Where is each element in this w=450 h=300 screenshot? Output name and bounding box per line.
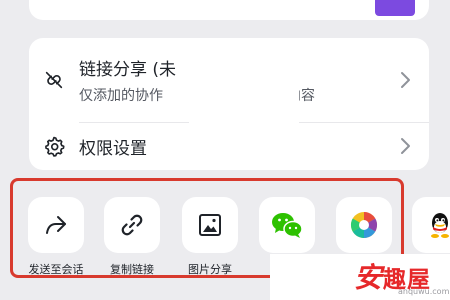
image-share-button[interactable] bbox=[182, 197, 238, 253]
share-options-card: 链接分享 (未 仅添加的协作打开内容 权限设置 bbox=[29, 38, 429, 170]
chevron-right-icon bbox=[401, 138, 410, 154]
share-action-label: 图片分享 bbox=[188, 263, 232, 276]
permission-settings-title: 权限设置 bbox=[79, 139, 147, 159]
share-action-moments[interactable] bbox=[328, 197, 400, 261]
qq-button[interactable] bbox=[412, 197, 450, 253]
top-accent-button[interactable] bbox=[375, 0, 415, 16]
share-action-send-to-chat[interactable]: 发送至会话 bbox=[20, 197, 92, 277]
qq-icon bbox=[431, 213, 449, 238]
redaction-patch bbox=[189, 38, 299, 134]
gear-icon bbox=[45, 136, 65, 157]
link-share-title: 链接分享 (未 bbox=[79, 60, 177, 80]
link-icon bbox=[121, 214, 143, 236]
wechat-icon bbox=[272, 213, 303, 238]
send-to-chat-button[interactable] bbox=[28, 197, 84, 253]
wechat-button[interactable] bbox=[259, 197, 315, 253]
share-action-image-share[interactable]: 图片分享 bbox=[174, 197, 246, 277]
copy-link-button[interactable] bbox=[104, 197, 160, 253]
share-action-label: 发送至会话 bbox=[28, 263, 84, 276]
forward-arrow-icon bbox=[46, 216, 66, 234]
chevron-right-icon bbox=[401, 72, 410, 88]
moments-icon bbox=[350, 211, 378, 239]
image-icon bbox=[199, 214, 221, 236]
share-action-label: 复制链接 bbox=[110, 263, 154, 276]
watermark-domain: anquwu.com bbox=[398, 287, 450, 296]
link-off-icon bbox=[45, 71, 63, 89]
moments-button[interactable] bbox=[336, 197, 392, 253]
share-action-wechat[interactable] bbox=[251, 197, 323, 261]
share-action-qq[interactable] bbox=[404, 197, 450, 261]
share-action-copy-link[interactable]: 复制链接 bbox=[96, 197, 168, 277]
watermark-logo: 安趣屋 anquwu.com bbox=[350, 256, 450, 300]
top-card bbox=[29, 0, 429, 20]
